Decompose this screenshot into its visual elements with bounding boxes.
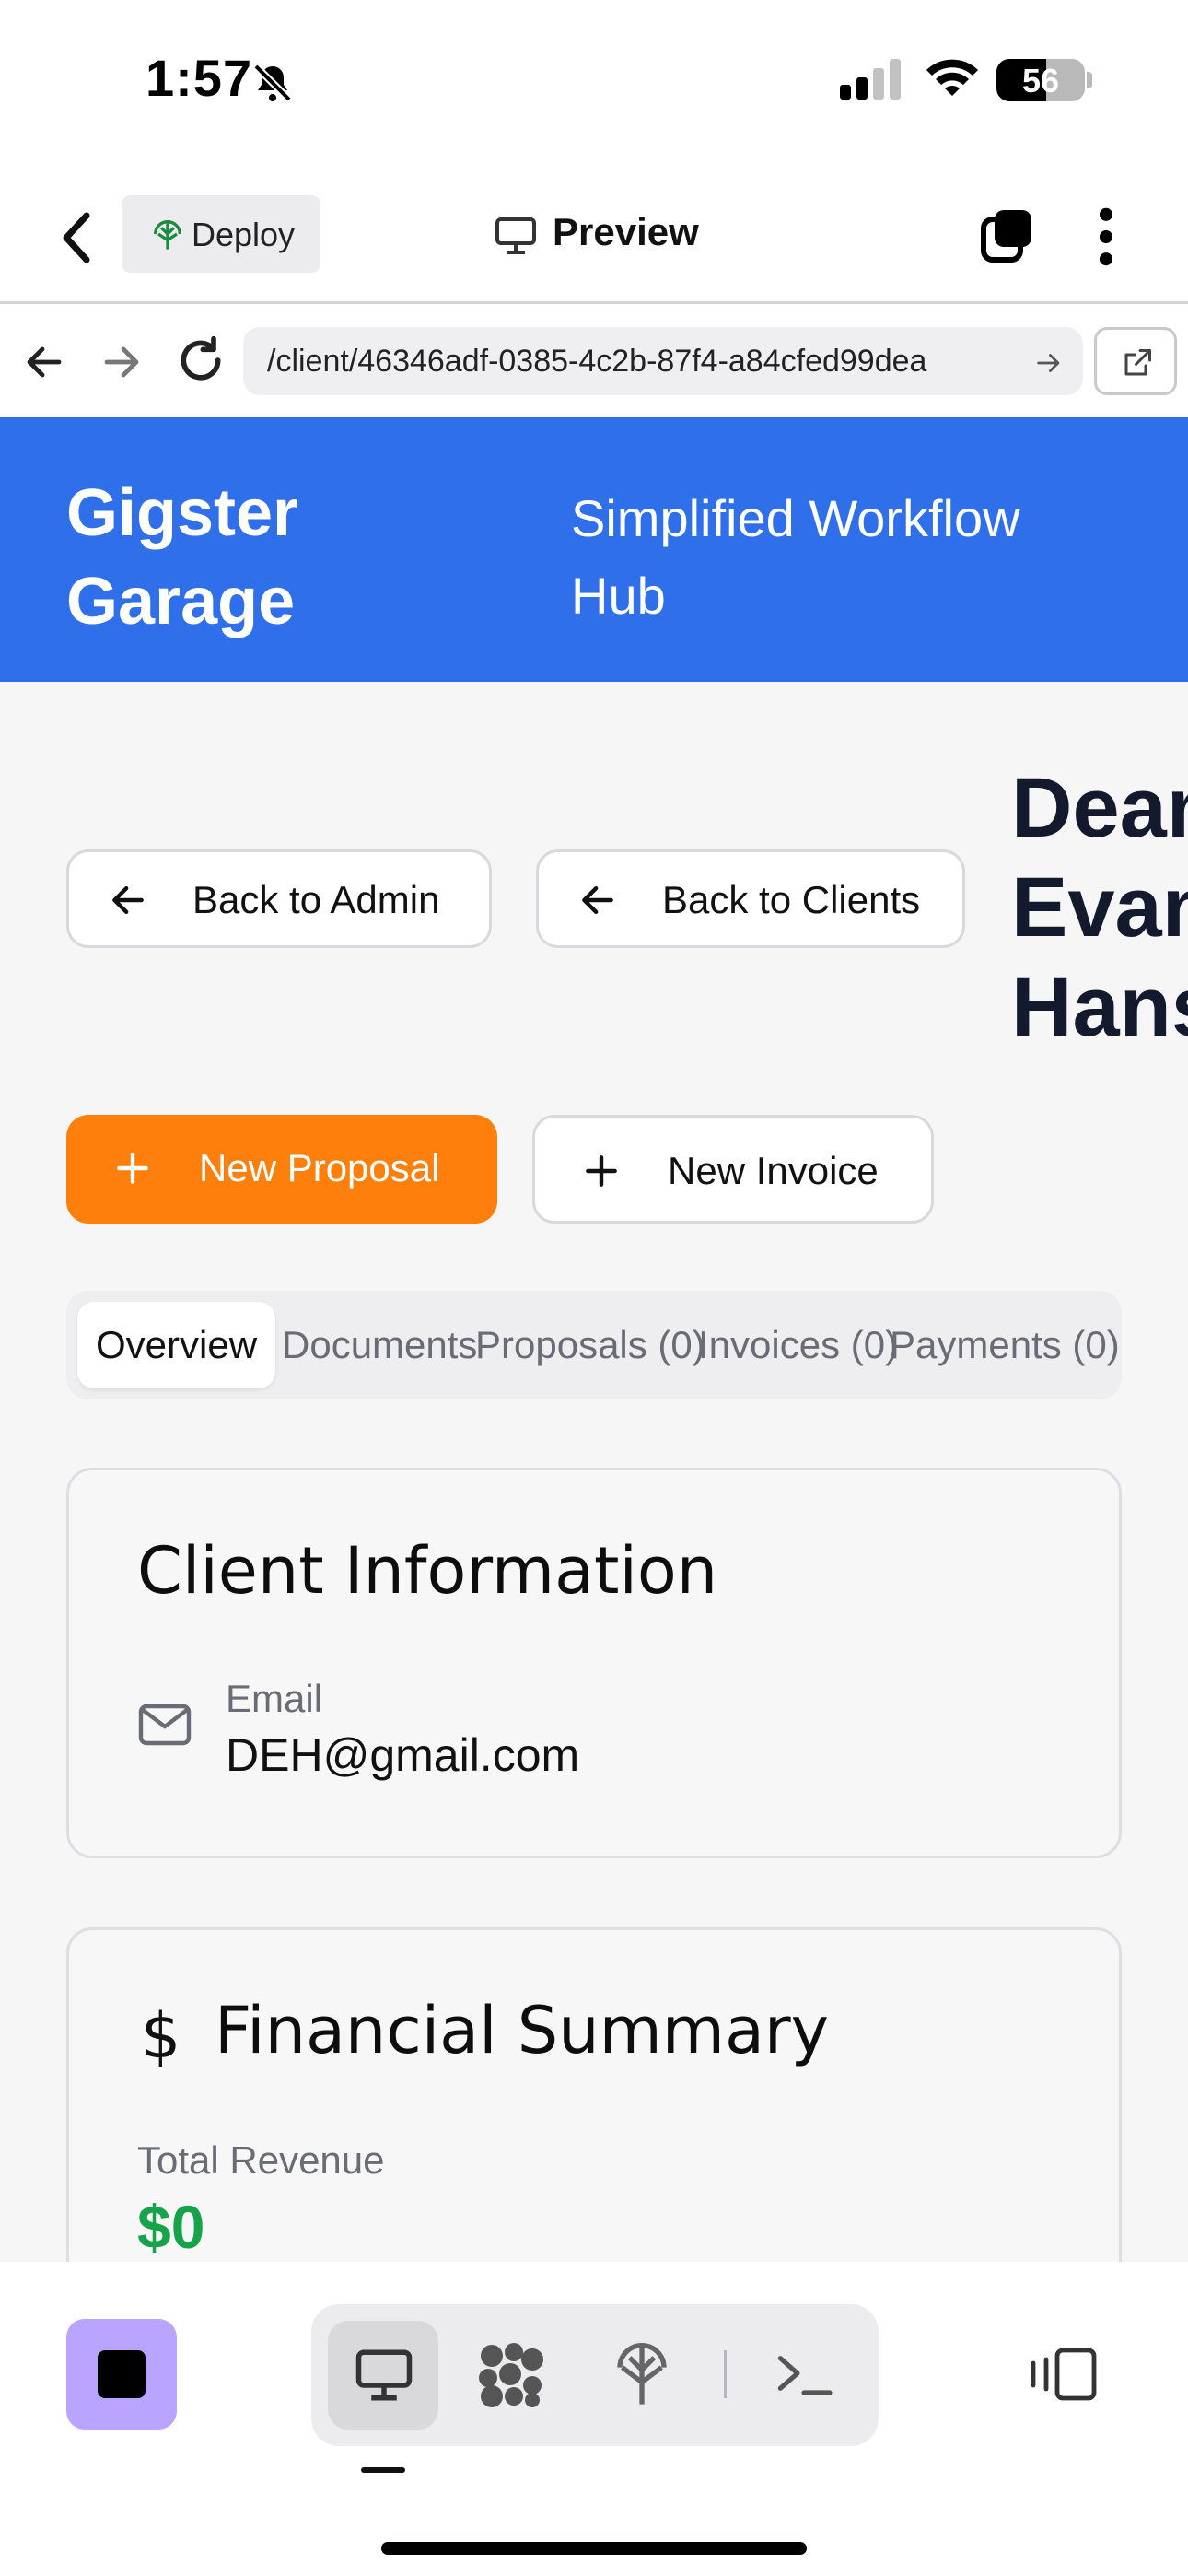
tab-payments[interactable]: Payments (0) (890, 1302, 1120, 1388)
battery-icon: 56 (996, 59, 1085, 101)
apps-icon[interactable] (473, 2337, 547, 2411)
new-proposal-label: New Proposal (199, 1146, 440, 1189)
web-content: Gigster Garage Simplified Workflow Hub B… (0, 417, 1188, 2262)
brand-logo[interactable]: Gigster Garage (66, 469, 361, 646)
home-indicator (381, 2542, 807, 2555)
back-to-admin-button[interactable]: Back to Admin (66, 849, 492, 948)
back-to-admin-label: Back to Admin (192, 878, 440, 921)
active-indicator (361, 2467, 405, 2473)
deploy-icon (154, 220, 181, 250)
chevron-left-icon[interactable] (57, 210, 98, 265)
signal-icon (840, 59, 901, 100)
dollar-icon: $ (141, 2000, 181, 2073)
tab-overview[interactable]: Overview (77, 1302, 276, 1388)
battery-tip (1087, 72, 1092, 88)
stop-icon (98, 2350, 146, 2398)
arrow-right-icon[interactable] (1033, 347, 1065, 379)
battery-level: 56 (1021, 62, 1060, 100)
total-revenue-value: $0 (137, 2193, 205, 2261)
mail-icon (138, 1704, 192, 1746)
total-revenue-label: Total Revenue (137, 2138, 385, 2182)
arrow-left-icon[interactable] (22, 340, 66, 384)
stop-button[interactable] (66, 2319, 177, 2430)
site-tagline: Simplified Workflow Hub (571, 489, 1020, 625)
plus-icon (586, 1155, 617, 1187)
deploy-icon[interactable] (611, 2336, 672, 2409)
wifi-icon (926, 59, 978, 96)
bell-slash-icon (253, 64, 292, 102)
bottom-toolbar (0, 2262, 1188, 2576)
new-invoice-label: New Invoice (668, 1149, 879, 1192)
monitor-icon (355, 2349, 413, 2401)
open-external-button[interactable] (1094, 327, 1177, 395)
email-value: DEH@gmail.com (226, 1729, 580, 1781)
arrow-right-icon[interactable] (99, 340, 144, 384)
url-input[interactable]: /client/46346adf-0385-4c2b-87f4-a84cfed9… (243, 327, 1083, 395)
tab-invoices[interactable]: Invoices (0) (698, 1302, 898, 1388)
card-title: Client Information (137, 1533, 718, 1609)
new-invoice-button[interactable]: New Invoice (532, 1115, 934, 1224)
client-information-card: Client Information Email DEH@gmail.com (66, 1468, 1122, 1858)
url-text: /client/46346adf-0385-4c2b-87f4-a84cfed9… (267, 344, 927, 379)
tab-bar: Overview Documents Proposals (0) Invoice… (66, 1291, 1122, 1399)
status-time: 1:57 (146, 49, 253, 107)
site-header: Gigster Garage Simplified Workflow Hub (0, 417, 1188, 682)
status-bar: 1:57 56 (0, 0, 1188, 166)
plus-icon (117, 1153, 148, 1184)
dock-divider (724, 2350, 727, 2398)
reload-icon[interactable] (175, 334, 227, 386)
deploy-label: Deploy (192, 216, 296, 253)
back-to-clients-button[interactable]: Back to Clients (536, 849, 965, 948)
arrow-left-icon (112, 885, 144, 915)
external-link-icon (1124, 349, 1151, 376)
tab-proposals[interactable]: Proposals (0) (475, 1302, 705, 1388)
new-proposal-button[interactable]: New Proposal (66, 1115, 497, 1224)
email-label: Email (226, 1677, 323, 1720)
terminal-icon[interactable] (772, 2341, 836, 2406)
desktop-view-button[interactable] (328, 2321, 438, 2430)
back-to-clients-label: Back to Clients (662, 878, 921, 921)
page-title: Dean Evans Hansen (1011, 761, 1188, 1054)
tabs-icon[interactable] (978, 206, 1037, 265)
arrow-left-icon (582, 885, 613, 915)
preview-title: Preview (553, 210, 699, 253)
panel-toggle-icon[interactable] (1028, 2345, 1101, 2404)
url-bar: /client/46346adf-0385-4c2b-87f4-a84cfed9… (0, 307, 1188, 417)
kebab-icon[interactable] (1092, 206, 1120, 267)
deploy-button[interactable]: Deploy (122, 195, 320, 273)
financial-summary-card: $ Financial Summary Total Revenue $0 (66, 1927, 1122, 2262)
app-bar: Deploy Preview (0, 166, 1188, 304)
monitor-icon (495, 217, 536, 254)
tab-documents[interactable]: Documents (282, 1302, 477, 1388)
card-title: Financial Summary (215, 1993, 830, 2068)
tool-dock (311, 2304, 879, 2446)
